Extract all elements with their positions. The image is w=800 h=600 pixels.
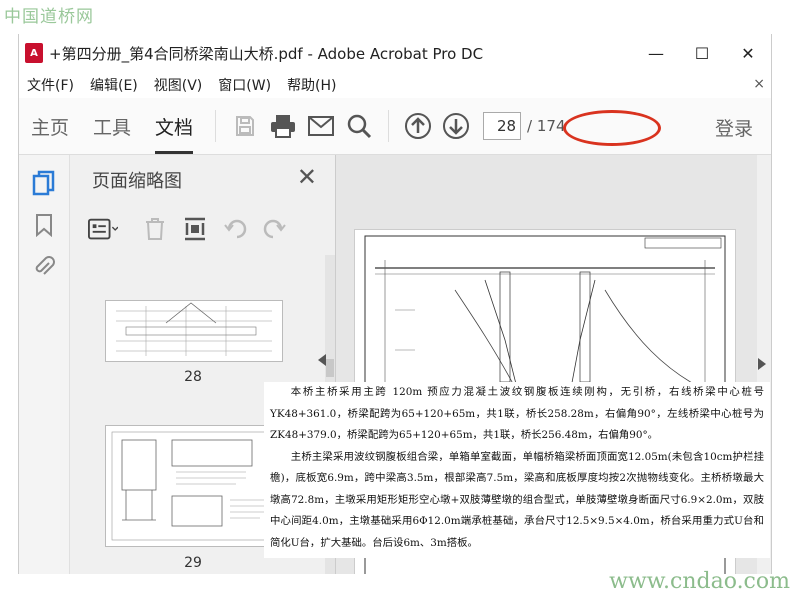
menu-help[interactable]: 帮助(H) (279, 75, 344, 95)
tab-home[interactable]: 主页 (19, 98, 81, 154)
print-icon[interactable] (267, 110, 299, 142)
panel-toolbar (88, 209, 300, 249)
menu-window[interactable]: 窗口(W) (210, 75, 279, 95)
thumbnail-page-29[interactable] (105, 425, 283, 547)
delete-page-icon[interactable] (140, 214, 170, 244)
description-paragraph-2: 主桥主梁采用波纹钢腹板组合梁，单箱单室截面，单幅桥箱梁桥面顶面宽12.05m(未… (270, 450, 764, 549)
document-text-overlay: 本桥主桥采用主跨 120m 预应力混凝土波纹钢腹板连续刚构，无引桥，右线桥梁中心… (264, 382, 770, 558)
page-thumbnails-icon[interactable] (30, 169, 58, 197)
tab-tools[interactable]: 工具 (81, 98, 143, 154)
bookmark-icon[interactable] (30, 211, 58, 239)
attachment-icon[interactable] (30, 253, 58, 281)
extract-page-icon[interactable] (180, 214, 210, 244)
window-title: +第四分册_第4合同桥梁南山大桥.pdf - Adobe Acrobat Pro… (49, 44, 484, 63)
previous-page-icon[interactable] (402, 110, 434, 142)
minimize-button[interactable]: — (633, 34, 679, 72)
thumbnail-page-28[interactable] (105, 300, 283, 362)
panel-title: 页面缩略图 (92, 171, 182, 192)
panel-close-icon[interactable]: ✕ (297, 163, 317, 191)
rotate-left-icon[interactable] (220, 214, 250, 244)
save-icon[interactable] (229, 110, 261, 142)
previous-page-arrow-icon[interactable] (318, 354, 326, 366)
menu-file[interactable]: 文件(F) (19, 75, 82, 95)
page-number-input[interactable]: 28 (483, 112, 522, 140)
close-button[interactable]: ✕ (725, 34, 771, 72)
maximize-button[interactable]: ☐ (679, 34, 725, 72)
left-navigation-rail (19, 155, 70, 574)
thumbnail-label-29: 29 (184, 555, 202, 571)
thumbnail-label-28: 28 (184, 369, 202, 385)
signin-link[interactable]: 登录 (715, 114, 753, 141)
title-bar: A +第四分册_第4合同桥梁南山大桥.pdf - Adobe Acrobat P… (19, 34, 771, 72)
search-icon[interactable] (343, 110, 375, 142)
highlight-ellipse (563, 110, 661, 146)
menu-edit[interactable]: 编辑(E) (82, 75, 146, 95)
toolbar-divider (215, 110, 217, 142)
options-menu-icon[interactable] (88, 214, 118, 244)
next-page-icon[interactable] (440, 110, 472, 142)
email-icon[interactable] (305, 110, 337, 142)
menu-bar: 文件(F) 编辑(E) 视图(V) 窗口(W) 帮助(H) × (19, 72, 771, 98)
toolbar-divider (388, 110, 390, 142)
menu-view[interactable]: 视图(V) (146, 75, 211, 95)
pdf-icon: A (25, 43, 43, 63)
rotate-right-icon[interactable] (260, 214, 290, 244)
watermark-bottom: www.cndao.com (609, 569, 790, 594)
description-paragraph-1: 本桥主桥采用主跨 120m 预应力混凝土波纹钢腹板连续刚构，无引桥，右线桥梁中心… (270, 386, 764, 441)
tab-document[interactable]: 文档 (143, 98, 205, 154)
watermark-top: 中国道桥网 (4, 7, 94, 27)
thumbnail-scroll-thumb[interactable] (326, 359, 334, 377)
page-total: / 174 (527, 117, 566, 135)
next-page-arrow-icon[interactable] (758, 358, 766, 370)
document-close-icon[interactable]: × (753, 76, 765, 92)
